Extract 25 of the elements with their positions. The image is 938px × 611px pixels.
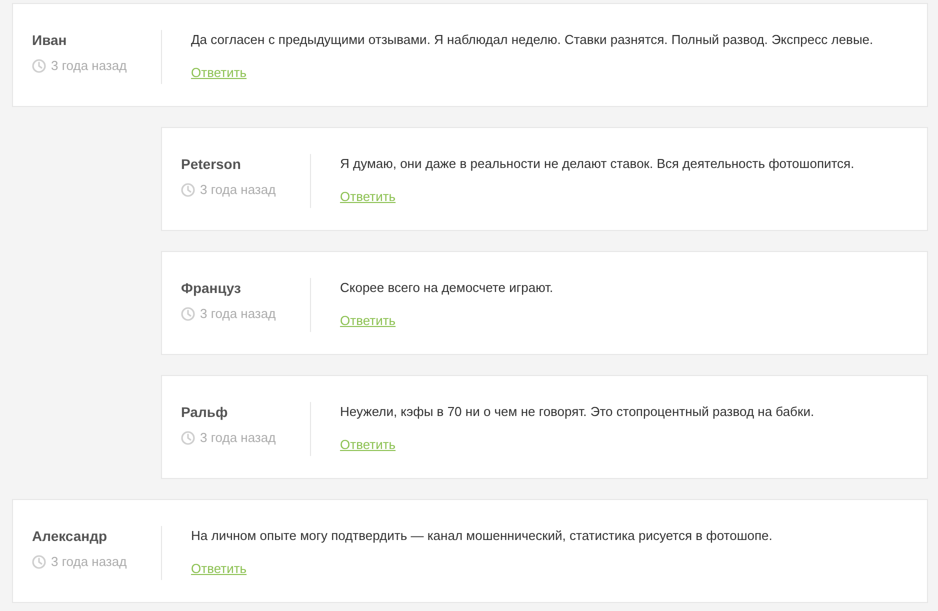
clock-icon [32,59,46,73]
comment-time: 3 года назад [51,57,127,75]
comment-time: 3 года назад [51,553,127,571]
comment-text: На личном опыте могу подтвердить — канал мошеннический, статистика рисуется в фотошопе. [191,527,772,545]
clock-icon [181,183,195,197]
reply-link[interactable]: Ответить [340,187,396,207]
author-name: Француз [181,279,242,298]
author-name: Ральф [181,403,229,422]
author-name: Александр [32,527,108,546]
author-name: Иван [32,31,68,50]
reply-link[interactable]: Ответить [340,311,396,331]
clock-icon [181,431,195,445]
comment-time: 3 года назад [200,429,276,447]
clock-icon [181,307,195,321]
comment-text: Да согласен с предыдущими отзывами. Я наблюдал неделю. Ставки разнятся. Полный развод. Экспресс левые. [191,31,874,49]
comment-time: 3 года назад [200,181,276,199]
comment-text: Я думаю, они даже в реальности не делают ставок. Вся деятельность фотошопится. [340,155,854,173]
reply-link[interactable]: Ответить [340,435,396,455]
reply-link[interactable]: Ответить [191,559,247,579]
comment-time: 3 года назад [200,305,276,323]
comment-text: Скорее всего на демосчете играют. [340,279,554,297]
author-name: Peterson [181,155,242,174]
comment-text: Неужели, кэфы в 70 ни о чем не говорят. Это стопроцентный развод на бабки. [340,403,814,421]
reply-link[interactable]: Ответить [191,63,247,83]
clock-icon [32,555,46,569]
